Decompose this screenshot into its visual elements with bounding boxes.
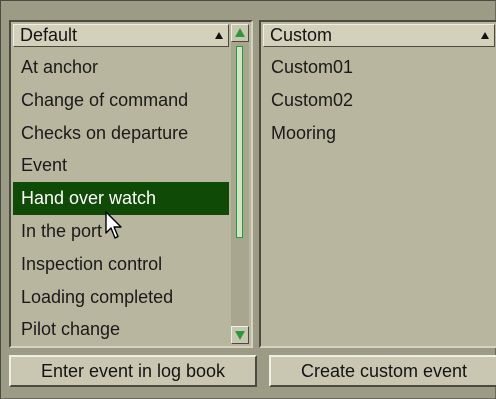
custom-events-list[interactable]: Custom Custom01 Custom02 Mooring	[259, 20, 496, 348]
sort-ascending-icon[interactable]	[215, 32, 223, 39]
enter-event-button[interactable]: Enter event in log book	[9, 355, 257, 387]
arrow-down-icon	[235, 331, 245, 340]
list-item[interactable]: Event	[13, 149, 229, 182]
create-custom-event-button[interactable]: Create custom event	[269, 355, 496, 387]
list-item[interactable]: Inspection control	[13, 248, 229, 281]
sort-ascending-icon[interactable]	[481, 32, 489, 39]
list-item[interactable]: Checks on departure	[13, 117, 229, 150]
default-list-header-label: Default	[20, 25, 78, 45]
scrollbar-thumb[interactable]	[236, 46, 243, 238]
log-event-panel: Default At anchor Change of command Chec…	[0, 0, 496, 399]
list-item[interactable]: At anchor	[13, 51, 229, 84]
default-list-items: At anchor Change of command Checks on de…	[13, 51, 229, 346]
list-item[interactable]: Mooring	[263, 117, 495, 150]
custom-list-header-label: Custom	[270, 25, 333, 45]
list-item[interactable]: Loading completed	[13, 281, 229, 314]
scroll-up-button[interactable]	[231, 24, 249, 42]
list-item[interactable]: Change of command	[13, 84, 229, 117]
default-events-list[interactable]: Default At anchor Change of command Chec…	[9, 20, 253, 348]
custom-list-header[interactable]: Custom	[263, 24, 495, 47]
list-item[interactable]: Custom02	[263, 84, 495, 117]
list-item[interactable]: Custom01	[263, 51, 495, 84]
list-item[interactable]: In the port	[13, 215, 229, 248]
default-list-header[interactable]: Default	[13, 24, 229, 47]
list-item-selected[interactable]: Hand over watch	[13, 182, 229, 215]
custom-list-items: Custom01 Custom02 Mooring	[263, 51, 495, 149]
scroll-down-button[interactable]	[231, 326, 249, 344]
default-list-scrollbar[interactable]	[231, 24, 249, 344]
arrow-up-icon	[235, 28, 245, 37]
list-item[interactable]: Pilot change	[13, 313, 229, 346]
